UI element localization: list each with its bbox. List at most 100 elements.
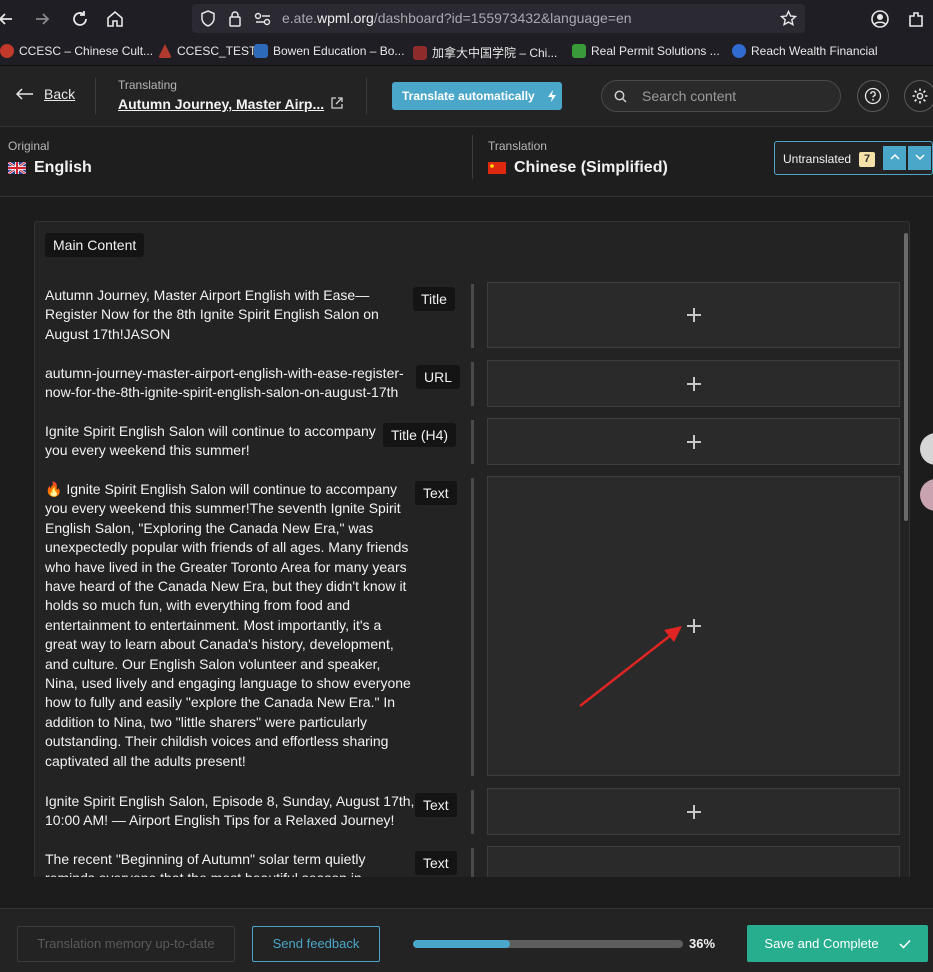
language-bar: Original English Translation Chinese (Si… xyxy=(0,127,933,197)
document-title-link[interactable]: Autumn Journey, Master Airp... xyxy=(118,96,324,112)
annotation-arrow-icon xyxy=(579,626,682,707)
save-and-complete-button[interactable]: Save and Complete xyxy=(747,925,928,962)
translation-input[interactable] xyxy=(487,360,900,407)
reload-icon[interactable] xyxy=(69,8,91,30)
bookmark-college[interactable]: 加拿大中国学院 – Chi... xyxy=(413,44,557,61)
segment-row: autumn-journey-master-airport-english-wi… xyxy=(35,360,909,408)
bookmark-star-icon[interactable] xyxy=(780,10,797,27)
next-untranslated-button[interactable] xyxy=(908,146,931,170)
editor-header: Back Translating Autumn Journey, Master … xyxy=(0,66,933,127)
source-text: 🔥 Ignite Spirit English Salon will conti… xyxy=(45,481,411,769)
translation-input[interactable] xyxy=(487,788,900,835)
external-link-icon[interactable] xyxy=(330,96,344,110)
segment-type-badge: Title xyxy=(413,287,455,311)
question-mark-icon xyxy=(864,87,882,105)
permit-icon xyxy=(572,44,586,58)
previous-untranslated-button[interactable] xyxy=(883,146,906,170)
translation-language: Chinese (Simplified) xyxy=(488,159,668,177)
home-icon[interactable] xyxy=(104,8,126,30)
chevron-down-icon xyxy=(914,154,925,161)
side-widget-icon[interactable] xyxy=(920,433,933,465)
add-translation-icon[interactable] xyxy=(686,376,701,391)
bookmark-ccesc[interactable]: CCESC – Chinese Cult... xyxy=(0,44,153,58)
account-icon[interactable] xyxy=(870,9,890,29)
translation-input[interactable] xyxy=(487,846,900,877)
bookmark-ccesc-test[interactable]: CCESC_TEST xyxy=(158,44,256,58)
segment-type-badge: URL xyxy=(416,365,461,389)
settings-button[interactable] xyxy=(904,80,933,112)
bookmark-permit[interactable]: Real Permit Solutions ... xyxy=(572,44,720,58)
bookmark-bowen[interactable]: Bowen Education – Bo... xyxy=(254,44,404,58)
search-input[interactable] xyxy=(642,87,822,105)
search-icon xyxy=(614,90,627,103)
shield-icon xyxy=(201,10,215,27)
browser-toolbar: e.ate.wpml.org/dashboard?id=155973432&la… xyxy=(0,0,933,38)
header-divider xyxy=(95,78,96,114)
uk-flag-icon xyxy=(8,162,26,174)
college-icon xyxy=(413,45,427,60)
china-flag-icon xyxy=(488,162,506,174)
content-panel: Main Content Autumn Journey, Master Airp… xyxy=(34,221,910,877)
chevron-up-icon xyxy=(889,153,900,160)
add-translation-icon[interactable] xyxy=(686,804,701,819)
segment-type-badge: Text xyxy=(415,793,457,817)
segment-type-badge: Text xyxy=(415,851,457,875)
progress-fill xyxy=(413,940,511,948)
translation-input[interactable] xyxy=(487,282,900,348)
progress-percent: 36% xyxy=(689,936,716,951)
bookmarks-toolbar: CCESC – Chinese Cult... CCESC_TEST Bowen… xyxy=(0,38,933,66)
translate-automatically-button[interactable]: Translate automatically xyxy=(392,82,562,110)
gear-icon xyxy=(912,88,928,104)
untranslated-count-badge: 7 xyxy=(859,152,875,167)
source-text: Ignite Spirit English Salon, Episode 8, … xyxy=(45,793,415,829)
untranslated-filter[interactable]: Untranslated 7 xyxy=(774,141,933,175)
translating-label: Translating xyxy=(118,78,177,92)
translation-input[interactable] xyxy=(487,418,900,465)
row-divider xyxy=(471,790,474,834)
address-bar[interactable]: e.ate.wpml.org/dashboard?id=155973432&la… xyxy=(192,4,805,33)
extensions-icon[interactable] xyxy=(906,9,926,29)
back-arrow-icon[interactable] xyxy=(0,8,18,30)
source-text: The recent "Beginning of Autumn" solar t… xyxy=(45,851,366,877)
lock-icon xyxy=(229,11,241,27)
bookmark-wealth[interactable]: Reach Wealth Financial xyxy=(732,44,878,58)
add-translation-icon[interactable] xyxy=(686,308,701,322)
source-text: Autumn Journey, Master Airport English w… xyxy=(45,287,379,342)
lightning-icon xyxy=(547,90,556,102)
source-text: autumn-journey-master-airport-english-wi… xyxy=(45,365,404,401)
segment-type-badge: Title (H4) xyxy=(383,423,457,447)
site-permissions-icon[interactable] xyxy=(254,12,272,26)
forward-arrow-icon[interactable] xyxy=(32,8,54,30)
segment-type-badge: Text xyxy=(415,481,457,505)
search-box[interactable] xyxy=(601,80,841,112)
header-divider-2 xyxy=(366,78,367,114)
scrollbar-thumb[interactable] xyxy=(904,233,908,521)
editor-footer: Translation memory up-to-date Send feedb… xyxy=(0,908,933,972)
translation-memory-button: Translation memory up-to-date xyxy=(17,926,235,962)
segment-row: 🔥 Ignite Spirit English Salon will conti… xyxy=(35,476,909,778)
segment-row: The recent "Beginning of Autumn" solar t… xyxy=(35,846,909,877)
segment-row: Ignite Spirit English Salon will continu… xyxy=(35,418,909,466)
original-label: Original xyxy=(8,139,50,153)
source-text: Ignite Spirit English Salon will continu… xyxy=(45,423,376,459)
help-button[interactable] xyxy=(857,80,889,112)
wealth-icon xyxy=(732,44,746,58)
original-language: English xyxy=(8,159,92,177)
language-divider xyxy=(472,135,473,179)
segment-row: Ignite Spirit English Salon, Episode 8, … xyxy=(35,788,909,836)
row-divider xyxy=(471,420,474,464)
ccesc-icon xyxy=(0,44,14,58)
arrow-left-icon xyxy=(16,88,33,100)
progress-bar xyxy=(413,940,683,948)
row-divider xyxy=(471,478,474,776)
row-divider xyxy=(471,284,474,348)
url-text: e.ate.wpml.org/dashboard?id=155973432&la… xyxy=(282,10,632,26)
segment-row: Autumn Journey, Master Airport English w… xyxy=(35,282,909,350)
translation-label: Translation xyxy=(488,139,547,153)
send-feedback-button[interactable]: Send feedback xyxy=(252,926,380,962)
section-label: Main Content xyxy=(45,233,145,257)
add-translation-icon[interactable] xyxy=(686,434,701,449)
back-button[interactable]: Back xyxy=(16,86,75,102)
side-avatar-icon[interactable] xyxy=(920,479,933,511)
row-divider xyxy=(471,848,474,877)
